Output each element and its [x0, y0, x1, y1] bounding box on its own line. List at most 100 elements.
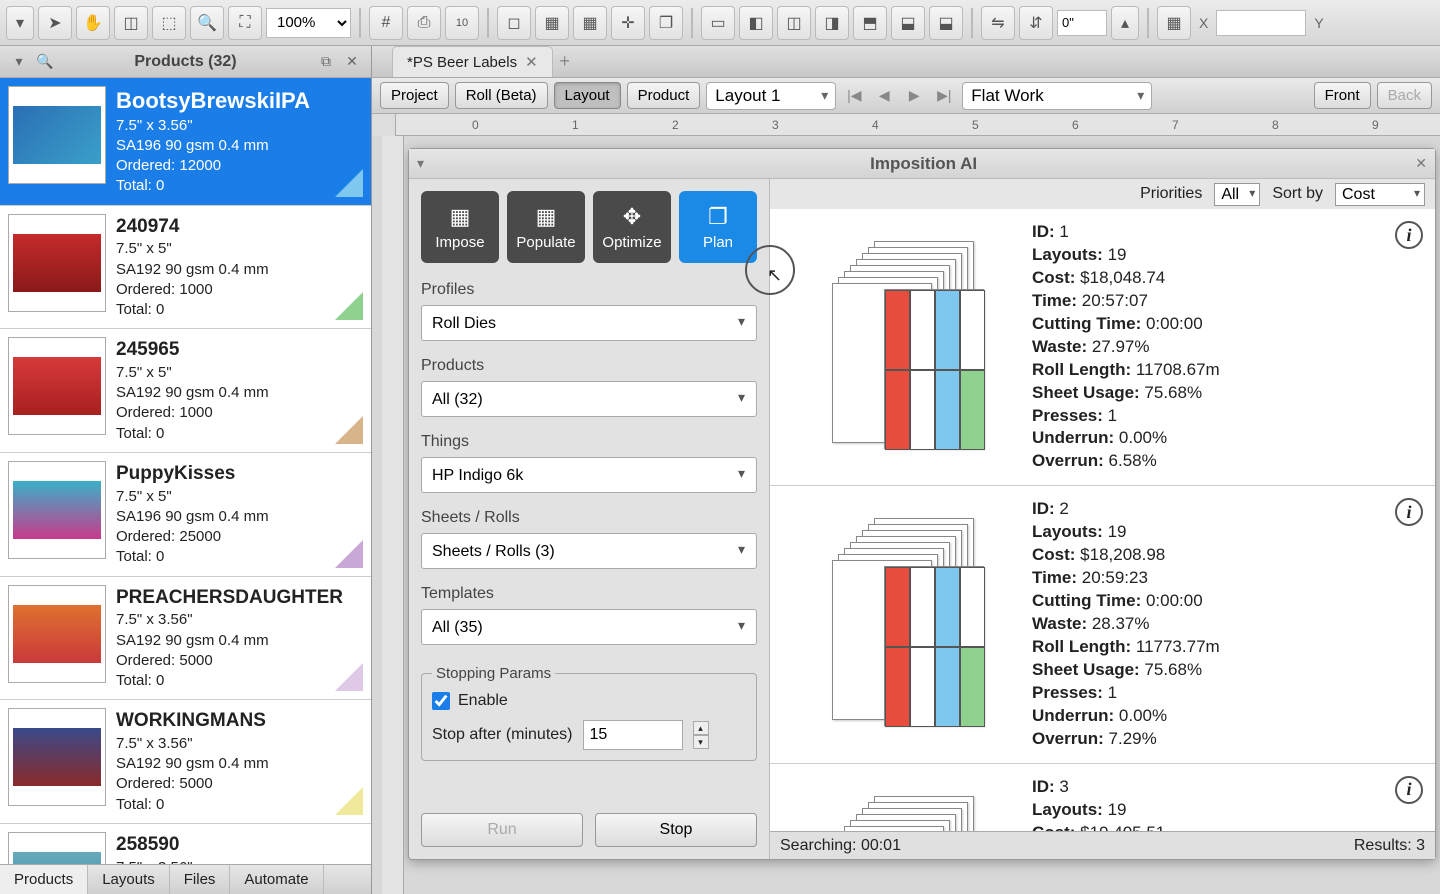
stepper-up-icon[interactable]: ▴ [693, 721, 709, 735]
panel-header[interactable]: ▾ Imposition AI ✕ [409, 149, 1435, 179]
stop-after-input[interactable] [583, 720, 683, 750]
hash-icon[interactable]: # [369, 6, 403, 40]
results-list[interactable]: ID: 1 Layouts: 19 Cost: $18,048.74 Time:… [770, 209, 1435, 831]
grid3-icon[interactable]: ▦ [1157, 6, 1191, 40]
cross-icon[interactable]: ✛ [611, 6, 645, 40]
things-select[interactable]: HP Indigo 6k [421, 457, 757, 493]
zoom-tool-icon[interactable]: 🔍 [190, 6, 224, 40]
result-item[interactable]: ID: 2 Layouts: 19 Cost: $18,208.98 Time:… [770, 486, 1435, 763]
stepper-down-icon[interactable]: ▾ [693, 735, 709, 749]
rect-icon[interactable]: ▭ [701, 6, 735, 40]
add-tab-button[interactable]: + [553, 51, 577, 72]
front-button[interactable]: Front [1314, 82, 1371, 109]
product-item[interactable]: PREACHERSDAUGHTER 7.5" x 3.56" SA192 90 … [0, 577, 371, 701]
dropdown-menu-icon[interactable]: ▾ [6, 6, 34, 40]
result-thumbnail [782, 498, 1032, 738]
product-button[interactable]: Product [627, 82, 701, 109]
populate-button[interactable]: ▦Populate [507, 191, 585, 263]
left-tab-products[interactable]: Products [0, 865, 88, 894]
align-right-icon[interactable]: ◨ [815, 6, 849, 40]
fit-tool-icon[interactable]: ⛶ [228, 6, 262, 40]
products-header: ▾ 🔍 Products (32) ⧉ ✕ [0, 46, 371, 78]
stack-icon[interactable]: ❐ [649, 6, 683, 40]
info-icon[interactable]: i [1395, 776, 1423, 804]
roll-button[interactable]: Roll (Beta) [455, 82, 548, 109]
result-thumbnail [782, 776, 1032, 831]
grid-small-icon[interactable]: ▦ [535, 6, 569, 40]
optimize-icon: ✥ [623, 204, 641, 230]
camera-icon[interactable]: ⎙ [407, 6, 441, 40]
measure-tool-icon[interactable]: ⬚ [152, 6, 186, 40]
detach-icon[interactable]: ⧉ [317, 53, 335, 71]
align-bot-icon[interactable]: ⬓ [929, 6, 963, 40]
run-button[interactable]: Run [421, 813, 583, 847]
optimize-button[interactable]: ✥Optimize [593, 191, 671, 263]
next-icon[interactable]: ▶ [902, 84, 926, 108]
left-tab-files[interactable]: Files [170, 865, 231, 894]
plan-button[interactable]: ❐Plan [679, 191, 757, 263]
zoom-select[interactable]: 100% [266, 8, 351, 38]
result-item[interactable]: ID: 3 Layouts: 19 Cost: $19,405.51 Time:… [770, 764, 1435, 831]
products-select[interactable]: All (32) [421, 381, 757, 417]
top-toolbar: ▾ ➤ ✋ ◫ ⬚ 🔍 ⛶ 100% # ⎙ 10 ◻ ▦ ▦ ✛ ❐ ▭ ◧ … [0, 0, 1440, 46]
last-icon[interactable]: ▶| [932, 84, 956, 108]
x-input[interactable] [1216, 10, 1306, 36]
product-name: BootsyBrewskiIPA [116, 86, 363, 116]
project-button[interactable]: Project [380, 82, 449, 109]
left-tab-layouts[interactable]: Layouts [88, 865, 170, 894]
rotation-input[interactable] [1057, 10, 1107, 36]
info-icon[interactable]: i [1395, 498, 1423, 526]
rotation-stepper[interactable]: ▴ [1111, 6, 1139, 40]
align-mid-icon[interactable]: ⬓ [891, 6, 925, 40]
info-icon[interactable]: i [1395, 221, 1423, 249]
collapse-icon[interactable]: ▾ [417, 155, 424, 172]
product-item[interactable]: PuppyKisses 7.5" x 5" SA196 90 gsm 0.4 m… [0, 453, 371, 577]
product-item[interactable]: BootsyBrewskiIPA 7.5" x 3.56" SA196 90 g… [0, 78, 371, 206]
product-item[interactable]: 240974 7.5" x 5" SA192 90 gsm 0.4 mm Ord… [0, 206, 371, 330]
priorities-select[interactable]: All [1214, 183, 1260, 206]
select-box-icon[interactable]: ◻ [497, 6, 531, 40]
product-thumbnail [8, 337, 106, 435]
layout-button[interactable]: Layout [554, 82, 621, 109]
chevron-down-icon[interactable]: ▾ [10, 53, 28, 71]
close-icon[interactable]: ✕ [343, 53, 361, 71]
profiles-select[interactable]: Roll Dies [421, 305, 757, 341]
pointer-tool-icon[interactable]: ➤ [38, 6, 72, 40]
first-icon[interactable]: |◀ [842, 84, 866, 108]
templates-select[interactable]: All (35) [421, 609, 757, 645]
document-tab[interactable]: *PS Beer Labels ✕ [392, 46, 553, 77]
layout-select[interactable]: Layout 1 [706, 82, 836, 110]
search-icon[interactable]: 🔍 [36, 53, 54, 71]
sort-select[interactable]: Cost [1335, 183, 1425, 206]
hand-tool-icon[interactable]: ✋ [76, 6, 110, 40]
flip-v-icon[interactable]: ⇵ [1019, 6, 1053, 40]
product-name: 245965 [116, 337, 363, 363]
crop-tool-icon[interactable]: ◫ [114, 6, 148, 40]
product-name: PREACHERSDAUGHTER [116, 585, 363, 611]
enable-checkbox-row[interactable]: Enable [432, 692, 746, 710]
sheets-select[interactable]: Sheets / Rolls (3) [421, 533, 757, 569]
work-select[interactable]: Flat Work [962, 82, 1152, 110]
left-tab-automate[interactable]: Automate [230, 865, 323, 894]
ten-icon[interactable]: 10 [445, 6, 479, 40]
minutes-stepper[interactable]: ▴ ▾ [693, 721, 709, 749]
close-icon[interactable]: ✕ [1415, 155, 1427, 172]
align-left-icon[interactable]: ◧ [739, 6, 773, 40]
product-info: BootsyBrewskiIPA 7.5" x 3.56" SA196 90 g… [116, 86, 363, 197]
enable-checkbox[interactable] [432, 692, 450, 710]
result-item[interactable]: ID: 1 Layouts: 19 Cost: $18,048.74 Time:… [770, 209, 1435, 486]
prev-icon[interactable]: ◀ [872, 84, 896, 108]
grid-large-icon[interactable]: ▦ [573, 6, 607, 40]
impose-button[interactable]: ▦Impose [421, 191, 499, 263]
stop-button[interactable]: Stop [595, 813, 757, 847]
product-item[interactable]: 258590 7.5" x 3.56" [0, 824, 371, 864]
flip-h-icon[interactable]: ⇋ [981, 6, 1015, 40]
product-info: PuppyKisses 7.5" x 5" SA196 90 gsm 0.4 m… [116, 461, 363, 568]
product-item[interactable]: WORKINGMANS 7.5" x 3.56" SA192 90 gsm 0.… [0, 700, 371, 824]
align-top-icon[interactable]: ⬒ [853, 6, 887, 40]
back-button[interactable]: Back [1377, 82, 1432, 109]
close-icon[interactable]: ✕ [525, 53, 538, 71]
product-item[interactable]: 245965 7.5" x 5" SA192 90 gsm 0.4 mm Ord… [0, 329, 371, 453]
align-center-icon[interactable]: ◫ [777, 6, 811, 40]
product-list[interactable]: BootsyBrewskiIPA 7.5" x 3.56" SA196 90 g… [0, 78, 371, 864]
